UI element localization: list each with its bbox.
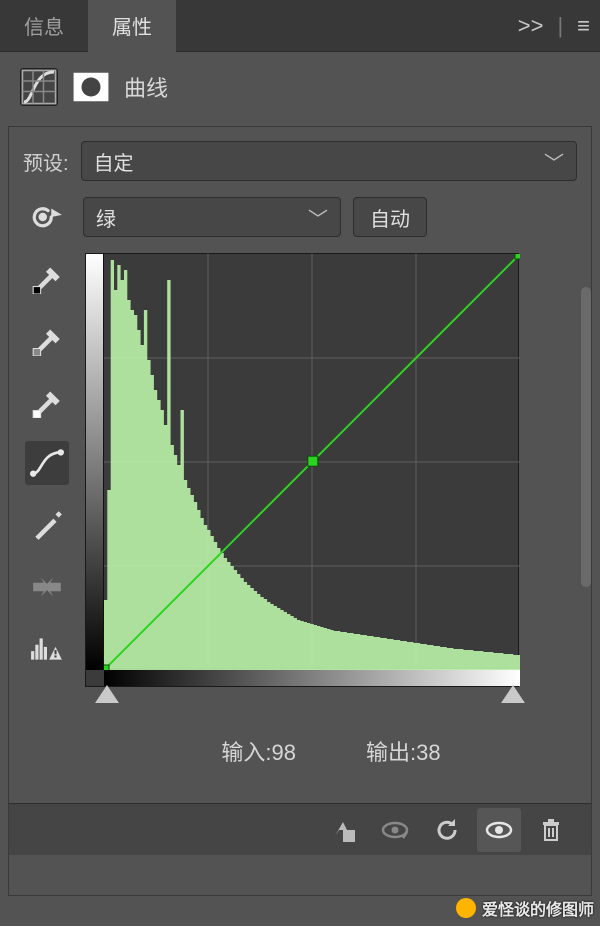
chevron-down-icon: ﹀ [308, 203, 328, 232]
weibo-icon [456, 898, 476, 918]
smooth-curve-icon[interactable] [25, 565, 69, 609]
tab-info[interactable]: 信息 [0, 0, 88, 54]
draw-curve-pencil-icon[interactable] [25, 503, 69, 547]
curves-chart[interactable] [85, 253, 519, 687]
auto-button[interactable]: 自动 [353, 197, 427, 237]
expand-panel-icon[interactable]: >> [508, 13, 554, 39]
tabs-separator: | [553, 13, 567, 39]
input-readout: 输入:98 [221, 735, 296, 767]
delete-adjustment-icon[interactable] [529, 808, 573, 852]
watermark: 爱怪谈的修图师 [456, 896, 594, 920]
black-point-eyedropper-icon[interactable] [25, 255, 69, 299]
toggle-visibility-icon[interactable] [477, 808, 521, 852]
curves-plot[interactable] [104, 254, 520, 670]
input-gradient-strip [104, 668, 520, 686]
reset-adjustment-icon[interactable] [425, 808, 469, 852]
vertical-scrollbar[interactable] [581, 287, 591, 587]
adjustment-title: 曲线 [124, 71, 168, 103]
output-readout: 输出:38 [366, 735, 441, 767]
chevron-down-icon: ﹀ [544, 147, 564, 176]
gray-point-eyedropper-icon[interactable] [25, 317, 69, 361]
histogram-clipping-icon[interactable] [25, 627, 69, 671]
panel-menu-icon[interactable]: ≡ [567, 13, 600, 39]
output-gradient-strip [86, 254, 104, 670]
channel-value: 绿 [96, 203, 116, 232]
preset-label: 预设: [23, 147, 69, 176]
edit-curve-points-icon[interactable] [25, 441, 69, 485]
tab-properties[interactable]: 属性 [88, 0, 176, 54]
black-point-slider[interactable] [95, 685, 119, 703]
clip-to-layer-icon[interactable] [321, 808, 365, 852]
curves-adjustment-icon[interactable] [20, 68, 58, 106]
channel-dropdown[interactable]: 绿 ﹀ [83, 197, 341, 237]
white-point-slider[interactable] [501, 685, 525, 703]
curve-control-point[interactable] [104, 665, 109, 670]
preset-dropdown[interactable]: 自定 ﹀ [81, 141, 577, 181]
curve-control-point[interactable] [308, 456, 318, 466]
preset-value: 自定 [94, 147, 134, 176]
targeted-adjust-tool-icon[interactable] [23, 195, 71, 239]
view-previous-state-icon[interactable] [373, 808, 417, 852]
layer-mask-icon[interactable] [72, 68, 110, 106]
white-point-eyedropper-icon[interactable] [25, 379, 69, 423]
curve-control-point[interactable] [515, 254, 520, 259]
